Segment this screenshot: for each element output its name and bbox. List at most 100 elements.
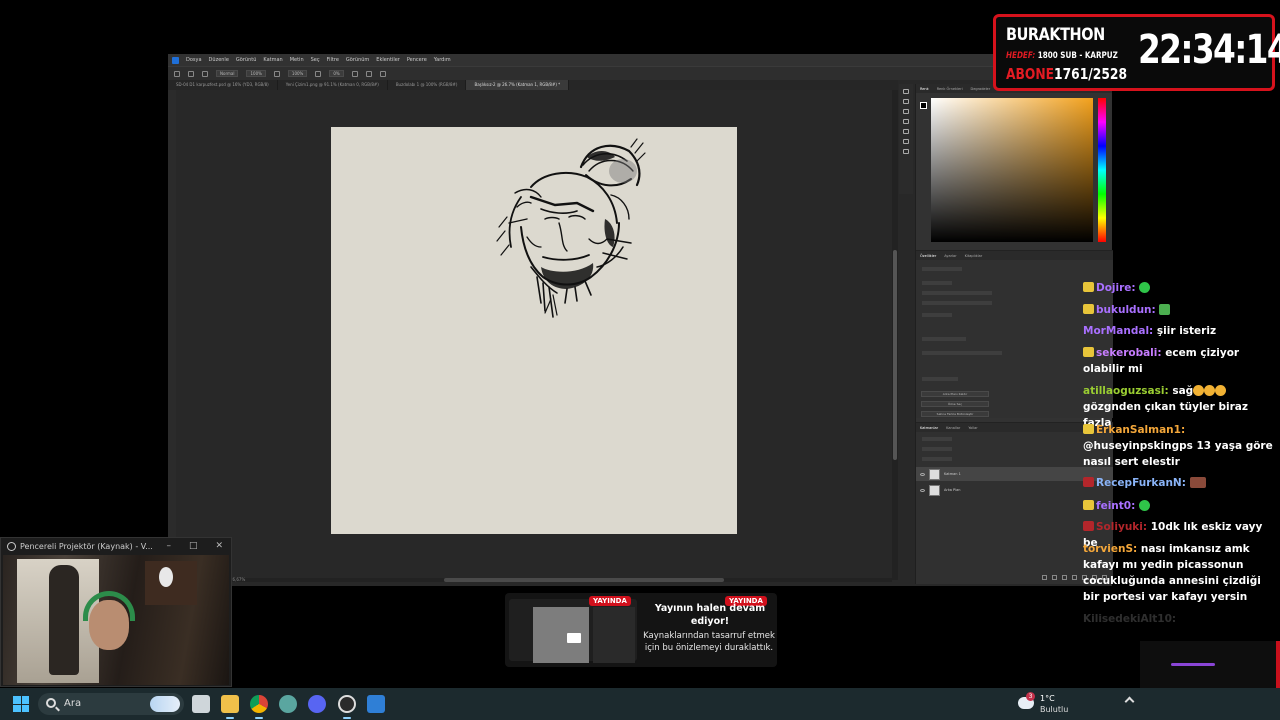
chat-message: MorMandal: şiir isteriz bbox=[1083, 323, 1278, 339]
doc-tab[interactable]: SD-04 D1 karpuzfest.psd @ 16% (YD3, RGB/… bbox=[168, 80, 278, 90]
tab-layers[interactable]: Katmanlar bbox=[920, 426, 938, 430]
chat-message: sekerobali: ecem çiziyor olabilir mi bbox=[1083, 345, 1278, 377]
scroll-thumb[interactable] bbox=[444, 578, 724, 582]
subathon-overlay: BURAKTHON HEDEF: 1800 SUB - KARPUZ ABONE… bbox=[993, 14, 1280, 91]
layer-thumbnail bbox=[929, 484, 940, 496]
discord-icon[interactable] bbox=[308, 695, 326, 713]
menu-type[interactable]: Metin bbox=[290, 57, 304, 63]
smoothing-field[interactable]: 0% bbox=[329, 70, 344, 77]
taskbar-search[interactable]: Ara bbox=[38, 693, 184, 715]
chrome-icon[interactable] bbox=[250, 695, 268, 713]
airbrush-icon[interactable] bbox=[315, 70, 322, 77]
menu-filter[interactable]: Filtre bbox=[327, 57, 339, 63]
blend-scene-button[interactable]: Sahne Farkla Bütünleştir bbox=[921, 411, 989, 417]
scroll-thumb[interactable] bbox=[893, 250, 897, 460]
doc-tab[interactable]: Buzdolabı 1 @ 100% (RGB/8#) bbox=[388, 80, 467, 90]
tab-paths[interactable]: Yollar bbox=[968, 426, 977, 430]
prop-row bbox=[922, 337, 966, 341]
foreground-color-swatch[interactable] bbox=[920, 102, 927, 109]
overlay-goal: HEDEF: 1800 SUB - KARPUZ bbox=[1006, 51, 1118, 61]
mask-icon[interactable] bbox=[1062, 575, 1067, 580]
crop-tool-icon[interactable] bbox=[903, 119, 909, 124]
layer-thumbnail bbox=[929, 468, 940, 480]
home-icon[interactable] bbox=[174, 70, 180, 77]
folder-icon[interactable] bbox=[221, 695, 239, 713]
left-toolbar bbox=[168, 90, 176, 580]
blend-mode-select[interactable]: Normal bbox=[216, 70, 239, 77]
brush-preset-icon[interactable] bbox=[202, 70, 208, 77]
doc-tab-active[interactable]: Başlıksız-2 @ 26.7% (Katman 1, RGB/8#) * bbox=[466, 80, 570, 90]
emote-icon bbox=[1189, 477, 1206, 488]
document-tabs: SD-04 D1 karpuzfest.psd @ 16% (YD3, RGB/… bbox=[168, 80, 898, 90]
menu-plugins[interactable]: Eklentiler bbox=[376, 57, 400, 63]
eye-icon[interactable] bbox=[920, 488, 925, 492]
brush-tool-icon[interactable] bbox=[188, 70, 194, 77]
eye-icon[interactable] bbox=[920, 472, 925, 476]
select-subject-button[interactable]: Özne Seç bbox=[921, 401, 989, 407]
tab-libraries[interactable]: Kitaplıklar bbox=[965, 254, 983, 258]
goal-value: 1800 SUB - KARPUZ bbox=[1037, 51, 1118, 61]
hue-slider[interactable] bbox=[1098, 98, 1106, 242]
emote-icon bbox=[1139, 282, 1151, 293]
tab-properties[interactable]: Özellikler bbox=[920, 254, 936, 258]
chat-username: feint0: bbox=[1096, 500, 1136, 512]
settings-gear-icon[interactable] bbox=[351, 70, 358, 77]
chat-text: şiir isteriz bbox=[1156, 325, 1217, 337]
chevron-up-icon[interactable] bbox=[1124, 696, 1135, 707]
menu-view[interactable]: Görünüm bbox=[346, 57, 369, 63]
text-tool-icon[interactable] bbox=[903, 149, 909, 154]
chat-username: bukuldun: bbox=[1096, 304, 1156, 316]
close-button[interactable]: ✕ bbox=[215, 541, 223, 551]
menu-select[interactable]: Seç bbox=[311, 57, 320, 63]
notification-subtitle: Kaynaklarından tasarruf etmek için bu ön… bbox=[643, 631, 775, 653]
app-icon[interactable] bbox=[279, 695, 297, 713]
chat-username: RecepFurkanN: bbox=[1096, 477, 1186, 489]
menu-image[interactable]: Görüntü bbox=[236, 57, 256, 63]
overlay-subs: ABONE1761/2528 bbox=[1006, 65, 1127, 83]
task-view-icon[interactable] bbox=[192, 695, 210, 713]
vertical-scrollbar[interactable] bbox=[892, 90, 898, 580]
menu-file[interactable]: Dosya bbox=[186, 57, 202, 63]
doc-tab[interactable]: Yeni Çizim1.png @ 91.1% (Katman 0, RGB/8… bbox=[278, 80, 388, 90]
adjustment-icon[interactable] bbox=[1072, 575, 1077, 580]
zoom-status: 26,67% bbox=[230, 577, 246, 582]
layer-filter[interactable] bbox=[922, 437, 952, 441]
lasso-tool-icon[interactable] bbox=[903, 109, 909, 114]
notification-title: Yayının halen devam ediyor! bbox=[654, 603, 766, 627]
document-canvas[interactable] bbox=[331, 127, 737, 534]
tab-adjustments[interactable]: Ayarlar bbox=[944, 254, 956, 258]
marquee-tool-icon[interactable] bbox=[903, 99, 909, 104]
menu-help[interactable]: Yardım bbox=[434, 57, 451, 63]
angle-icon[interactable] bbox=[365, 70, 372, 77]
maximize-button[interactable]: □ bbox=[189, 541, 198, 551]
chat-message: ErkanSalman1: @huseyinpskingps 13 yaşa g… bbox=[1083, 422, 1278, 470]
windows-start-icon[interactable] bbox=[13, 696, 29, 712]
layer-blend-mode[interactable] bbox=[922, 447, 952, 451]
sub-badge-icon bbox=[1083, 347, 1094, 357]
menu-window[interactable]: Pencere bbox=[407, 57, 427, 63]
remove-background-button[interactable]: Arka Planı Kaldır bbox=[921, 391, 989, 397]
flow-field[interactable]: 100% bbox=[287, 70, 308, 77]
tab-swatches[interactable]: Renk Örnekleri bbox=[937, 87, 963, 91]
horizontal-scrollbar[interactable] bbox=[232, 578, 892, 582]
color-picker-field[interactable] bbox=[931, 98, 1093, 242]
minimize-button[interactable]: – bbox=[166, 541, 171, 551]
tab-gradients[interactable]: Degradeler bbox=[971, 87, 991, 91]
opacity-field[interactable]: 100% bbox=[246, 70, 266, 77]
tab-color[interactable]: Renk bbox=[920, 87, 929, 91]
tab-channels[interactable]: Kanallar bbox=[946, 426, 960, 430]
purple-indicator bbox=[1171, 663, 1215, 666]
eraser-tool-icon[interactable] bbox=[903, 139, 909, 144]
layer-lock-row[interactable] bbox=[922, 457, 952, 461]
fx-icon[interactable] bbox=[1052, 575, 1057, 580]
menu-layer[interactable]: Katman bbox=[263, 57, 282, 63]
symmetry-icon[interactable] bbox=[379, 70, 386, 77]
menu-edit[interactable]: Düzenle bbox=[209, 57, 229, 63]
paint-icon[interactable] bbox=[367, 695, 385, 713]
brush-tool-icon[interactable] bbox=[903, 129, 909, 134]
link-icon[interactable] bbox=[1042, 575, 1047, 580]
move-tool-icon[interactable] bbox=[903, 89, 909, 94]
pressure-opacity-icon[interactable] bbox=[273, 70, 280, 77]
chat-message: bukuldun: bbox=[1083, 302, 1278, 318]
obs-icon[interactable] bbox=[338, 695, 356, 713]
